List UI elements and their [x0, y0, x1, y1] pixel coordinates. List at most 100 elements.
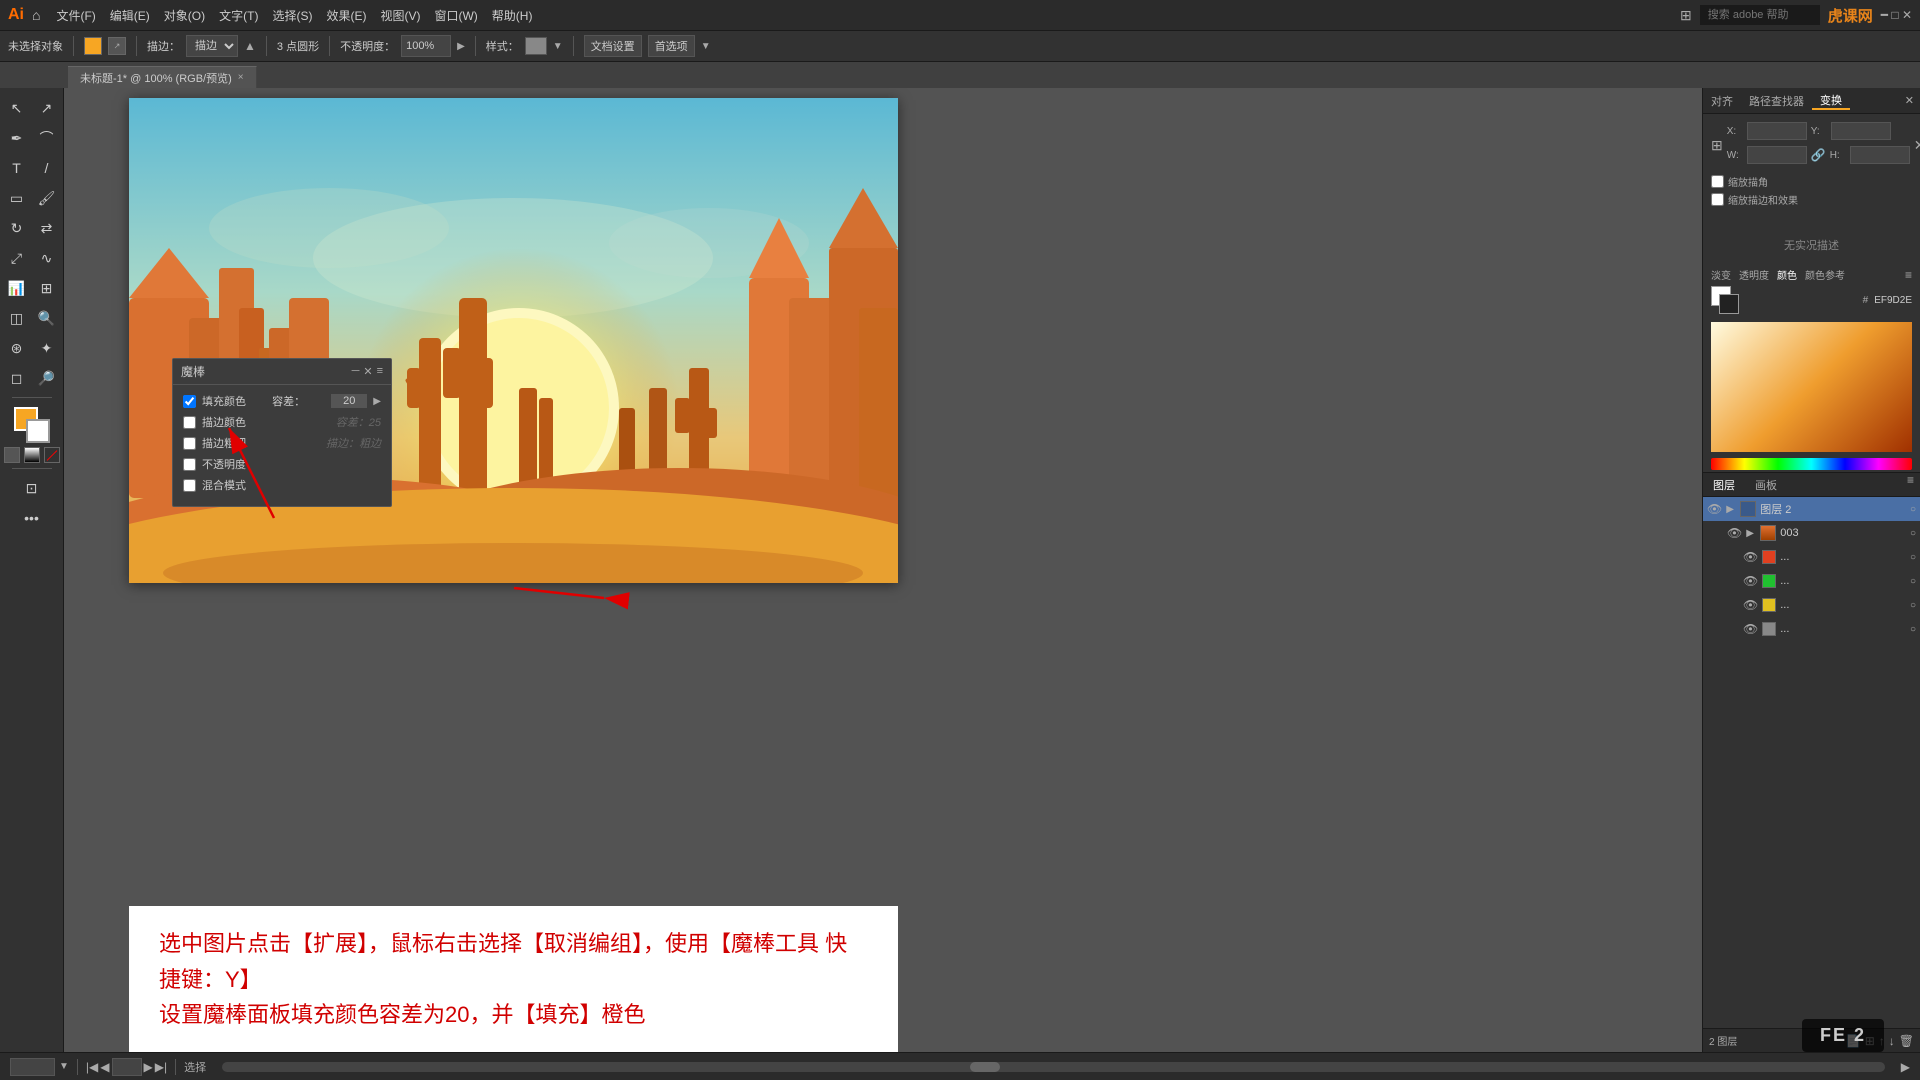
menu-object[interactable]: 对象(O) [158, 5, 211, 26]
symbol-sprayer[interactable]: ✦ [33, 334, 61, 362]
menu-edit[interactable]: 编辑(E) [104, 5, 156, 26]
layer-item-gray[interactable]: 👁 ... ○ [1703, 617, 1920, 641]
menu-text[interactable]: 文字(T) [213, 5, 264, 26]
w-input[interactable] [1747, 146, 1807, 164]
opacity-checkbox[interactable] [183, 458, 196, 471]
scale-strokes-checkbox[interactable] [1711, 193, 1724, 206]
h-input[interactable] [1850, 146, 1910, 164]
layers-tab-layers[interactable]: 图层 [1703, 473, 1745, 496]
artboard-tool[interactable]: ⊡ [18, 474, 46, 502]
selection-tool[interactable]: ↖ [3, 94, 31, 122]
brush-select[interactable]: 描边 [186, 35, 238, 57]
blend-mode-checkbox[interactable] [183, 479, 196, 492]
color-picker-area[interactable] [1711, 322, 1912, 452]
layer-visibility-yellow[interactable]: 👁 [1743, 598, 1758, 612]
zoom-arrow[interactable]: ▼ [59, 1061, 69, 1072]
layer-visibility-red[interactable]: 👁 [1743, 550, 1758, 564]
layer-item-layer2[interactable]: 👁 ▶ 图层 2 ○ [1703, 497, 1920, 521]
panel-close[interactable]: ✕ [363, 365, 372, 378]
paintbrush-tool[interactable]: 🖌 [33, 184, 61, 212]
page-last[interactable]: ▶| [155, 1060, 167, 1074]
layer-item-green[interactable]: 👁 ... ○ [1703, 569, 1920, 593]
menu-window[interactable]: 窗口(W) [428, 5, 483, 26]
layer-item-yellow[interactable]: 👁 ... ○ [1703, 593, 1920, 617]
layer-target-003[interactable]: ○ [1910, 528, 1916, 539]
menu-select[interactable]: 选择(S) [266, 5, 318, 26]
panel-tab-align[interactable]: 对齐 [1703, 93, 1741, 109]
scale-tool[interactable]: ⤢ [3, 244, 31, 272]
zoom-input[interactable]: 100% [10, 1058, 55, 1076]
stroke-width-checkbox[interactable] [183, 437, 196, 450]
y-input[interactable] [1831, 122, 1891, 140]
scroll-right-arrow[interactable]: ▶ [1901, 1060, 1910, 1074]
doc-settings-button[interactable]: 文档设置 [584, 35, 642, 57]
layer-target-gray[interactable]: ○ [1910, 624, 1916, 635]
panel-tab-pathfinder[interactable]: 路径查找器 [1741, 93, 1812, 109]
layer-visibility-green[interactable]: 👁 [1743, 574, 1758, 588]
rotate-tool[interactable]: ↻ [3, 214, 31, 242]
layer-target-red[interactable]: ○ [1910, 552, 1916, 563]
rect-tool[interactable]: ▭ [3, 184, 31, 212]
constrain-checkbox[interactable] [1711, 175, 1724, 188]
x-input[interactable] [1747, 122, 1807, 140]
tolerance-arrow[interactable]: ▶ [373, 396, 381, 407]
layer-target-yellow[interactable]: ○ [1910, 600, 1916, 611]
layer-visibility-2[interactable]: 👁 [1707, 502, 1722, 516]
tab-close-button[interactable]: × [238, 72, 244, 83]
layer-visibility-003[interactable]: 👁 [1727, 526, 1742, 540]
zoom-tool[interactable]: 🔎 [33, 364, 61, 392]
panel-minimize[interactable]: ─ [352, 365, 360, 378]
opacity-input[interactable] [401, 35, 451, 57]
horizontal-scrollbar[interactable] [222, 1062, 1885, 1072]
more-tools[interactable]: ••• [18, 504, 46, 532]
column-graph-tool[interactable]: 📊 [3, 274, 31, 302]
page-input[interactable]: 1 [112, 1058, 142, 1076]
layer-expand-003[interactable]: ▶ [1746, 528, 1756, 539]
menu-effect[interactable]: 效果(E) [320, 5, 372, 26]
reflect-tool[interactable]: ⇄ [33, 214, 61, 242]
layer-down-icon[interactable]: ↓ [1889, 1034, 1895, 1048]
page-prev[interactable]: ◀ [100, 1060, 109, 1074]
preferences-button[interactable]: 首选项 [648, 35, 695, 57]
layer-visibility-gray[interactable]: 👁 [1743, 622, 1758, 636]
type-tool[interactable]: T [3, 154, 31, 182]
layer-target-green[interactable]: ○ [1910, 576, 1916, 587]
background-color[interactable] [26, 419, 50, 443]
pen-tool[interactable]: ✒ [3, 124, 31, 152]
transform-menu-icon[interactable]: ✕ [1914, 137, 1920, 154]
warp-tool[interactable]: ∿ [33, 244, 61, 272]
layer-expand-2[interactable]: ▶ [1726, 504, 1736, 515]
layer-item-red[interactable]: 👁 ... ○ [1703, 545, 1920, 569]
page-first[interactable]: |◀ [86, 1060, 98, 1074]
panel-menu[interactable]: ≡ [377, 365, 383, 378]
direct-select-tool[interactable]: ↗ [33, 94, 61, 122]
panel-tab-transform[interactable]: 变换 [1812, 92, 1850, 110]
fill-color-checkbox[interactable] [183, 395, 196, 408]
document-tab[interactable]: 未标题-1* @ 100% (RGB/预览) × [68, 66, 257, 88]
layer-delete-icon[interactable]: 🗑 [1899, 1034, 1914, 1048]
menu-help[interactable]: 帮助(H) [486, 5, 539, 26]
menu-file[interactable]: 文件(F) [50, 5, 101, 26]
layer-item-003[interactable]: 👁 ▶ 003 ○ [1703, 521, 1920, 545]
eyedropper-tool[interactable]: 🔍 [33, 304, 61, 332]
color-panel-menu[interactable]: ≡ [1905, 268, 1912, 282]
line-tool[interactable]: / [33, 154, 61, 182]
hue-bar[interactable] [1711, 458, 1912, 470]
home-icon[interactable]: ⌂ [32, 7, 40, 23]
panel-close-icon[interactable]: ✕ [1899, 94, 1920, 107]
gradient-tool[interactable]: ◫ [3, 304, 31, 332]
eraser-tool[interactable]: ◻ [3, 364, 31, 392]
scroll-thumb[interactable] [970, 1062, 1000, 1072]
layers-tab-artboards[interactable]: 画板 [1745, 473, 1787, 496]
stroke-color-checkbox[interactable] [183, 416, 196, 429]
layers-panel-menu[interactable]: ≡ [1901, 473, 1920, 496]
search-input[interactable] [1700, 5, 1820, 25]
curvature-tool[interactable]: ⌒ [33, 124, 61, 152]
mesh-tool[interactable]: ⊞ [33, 274, 61, 302]
fill-color-swatch[interactable] [84, 37, 102, 55]
black-swatch[interactable] [1719, 294, 1739, 314]
page-next[interactable]: ▶ [144, 1060, 153, 1074]
menu-view[interactable]: 视图(V) [374, 5, 426, 26]
layer-target-2[interactable]: ○ [1910, 504, 1916, 515]
blend-tool[interactable]: ⊛ [3, 334, 31, 362]
